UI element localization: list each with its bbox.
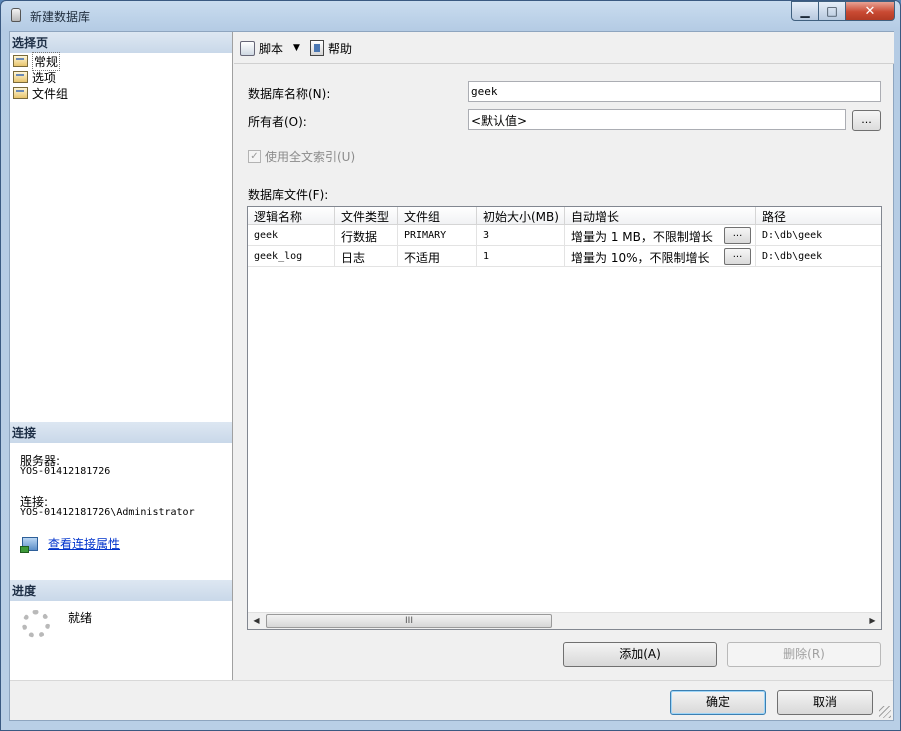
autogrowth-edit-button[interactable]: ... xyxy=(724,248,751,265)
path-cell[interactable]: D:\db\geek xyxy=(756,246,881,266)
table-row[interactable]: geek_log 日志 不适用 1 增量为 10%，不限制增长 ... D:\d… xyxy=(248,246,881,267)
chevron-down-icon[interactable]: ▼ xyxy=(293,43,300,53)
progress-status: 就绪 xyxy=(68,611,93,625)
table-row[interactable]: geek 行数据 PRIMARY 3 增量为 1 MB，不限制增长 ... D:… xyxy=(248,225,881,246)
window-title: 新建数据库 xyxy=(30,10,91,24)
new-database-dialog: 新建数据库 ▁ □ ✕ 选择页 常规 选项 文件组 连接 服务器: YOS-01… xyxy=(0,0,901,731)
toolbar: 脚本 ▼ 帮助 xyxy=(234,32,894,64)
file-type-cell[interactable]: 日志 xyxy=(335,246,398,266)
page-item-general[interactable]: 常规 xyxy=(13,51,61,71)
filegroup-cell[interactable]: 不适用 xyxy=(398,246,477,266)
script-icon xyxy=(240,40,255,56)
column-header-logical-name[interactable]: 逻辑名称 xyxy=(248,207,335,224)
add-button[interactable]: 添加(A) xyxy=(563,642,717,667)
page-icon xyxy=(13,71,28,83)
connection-properties-icon xyxy=(20,537,38,553)
scroll-left-icon[interactable]: ◀ xyxy=(248,613,265,629)
database-icon xyxy=(11,8,21,22)
file-type-cell[interactable]: 行数据 xyxy=(335,225,398,245)
fulltext-checkbox: ✓ xyxy=(248,150,261,163)
resize-grip-icon[interactable] xyxy=(879,706,891,718)
fulltext-index-option: ✓ 使用全文索引(U) xyxy=(248,148,355,165)
script-button[interactable]: 脚本 ▼ xyxy=(240,39,300,57)
connection-header: 连接 xyxy=(10,422,232,443)
progress-spinner-icon xyxy=(22,610,50,638)
column-header-initial-size[interactable]: 初始大小(MB) xyxy=(477,207,565,224)
minimize-icon: ▁ xyxy=(800,4,810,18)
grid-header-row: 逻辑名称 文件类型 文件组 初始大小(MB) 自动增长 路径 xyxy=(248,207,881,225)
page-item-filegroups[interactable]: 文件组 xyxy=(13,85,68,101)
view-connection-properties-link[interactable]: 查看连接属性 xyxy=(48,535,120,552)
owner-input[interactable]: <默认值> xyxy=(468,109,846,130)
dialog-client-area: 选择页 常规 选项 文件组 连接 服务器: YOS-01412181726 连接… xyxy=(9,31,894,721)
help-icon xyxy=(310,40,324,56)
title-bar[interactable]: 新建数据库 ▁ □ ✕ xyxy=(1,1,900,31)
minimize-button[interactable]: ▁ xyxy=(791,1,819,21)
script-label: 脚本 xyxy=(259,41,284,56)
ok-button[interactable]: 确定 xyxy=(670,690,766,715)
page-item-options[interactable]: 选项 xyxy=(13,69,56,85)
database-name-input[interactable]: geek xyxy=(468,81,881,102)
left-pane: 选择页 常规 选项 文件组 连接 服务器: YOS-01412181726 连接… xyxy=(10,32,233,680)
column-header-filegroup[interactable]: 文件组 xyxy=(398,207,477,224)
help-label: 帮助 xyxy=(328,41,353,56)
autogrowth-text: 增量为 1 MB，不限制增长 xyxy=(571,230,713,244)
column-header-file-type[interactable]: 文件类型 xyxy=(335,207,398,224)
initial-size-cell[interactable]: 3 xyxy=(477,225,565,245)
remove-button[interactable]: 删除(R) xyxy=(727,642,881,667)
initial-size-cell[interactable]: 1 xyxy=(477,246,565,266)
maximize-button[interactable]: □ xyxy=(818,1,846,21)
database-files-label: 数据库文件(F): xyxy=(248,188,329,202)
owner-label: 所有者(O): xyxy=(248,115,307,129)
close-icon: ✕ xyxy=(864,3,876,19)
connection-value: YOS-01412181726\Administrator xyxy=(20,507,195,518)
autogrowth-edit-button[interactable]: ... xyxy=(724,227,751,244)
maximize-icon: □ xyxy=(826,4,838,18)
autogrowth-text: 增量为 10%，不限制增长 xyxy=(571,251,710,265)
help-button[interactable]: 帮助 xyxy=(310,39,352,57)
horizontal-scrollbar[interactable]: ◀ III ▶ xyxy=(248,612,881,629)
scrollbar-thumb[interactable]: III xyxy=(266,614,552,628)
dialog-button-bar: 确定 取消 xyxy=(10,680,893,720)
database-files-grid[interactable]: 逻辑名称 文件类型 文件组 初始大小(MB) 自动增长 路径 geek 行数据 … xyxy=(247,206,882,630)
cancel-button[interactable]: 取消 xyxy=(777,690,873,715)
fulltext-label: 使用全文索引(U) xyxy=(265,150,356,164)
progress-header: 进度 xyxy=(10,580,232,601)
database-name-label: 数据库名称(N): xyxy=(248,87,331,101)
page-item-label: 文件组 xyxy=(32,86,69,101)
logical-name-cell[interactable]: geek xyxy=(248,225,335,245)
path-cell[interactable]: D:\db\geek xyxy=(756,225,881,245)
page-icon xyxy=(13,87,28,99)
filegroup-cell[interactable]: PRIMARY xyxy=(398,225,477,245)
owner-browse-button[interactable]: ... xyxy=(852,110,881,131)
column-header-autogrowth[interactable]: 自动增长 xyxy=(565,207,756,224)
server-value: YOS-01412181726 xyxy=(20,466,111,477)
select-page-header: 选择页 xyxy=(10,32,232,53)
logical-name-cell[interactable]: geek_log xyxy=(248,246,335,266)
close-button[interactable]: ✕ xyxy=(845,1,895,21)
page-item-label: 选项 xyxy=(32,70,57,85)
column-header-path[interactable]: 路径 xyxy=(756,207,881,224)
page-icon xyxy=(13,55,28,67)
scroll-right-icon[interactable]: ▶ xyxy=(864,613,881,629)
